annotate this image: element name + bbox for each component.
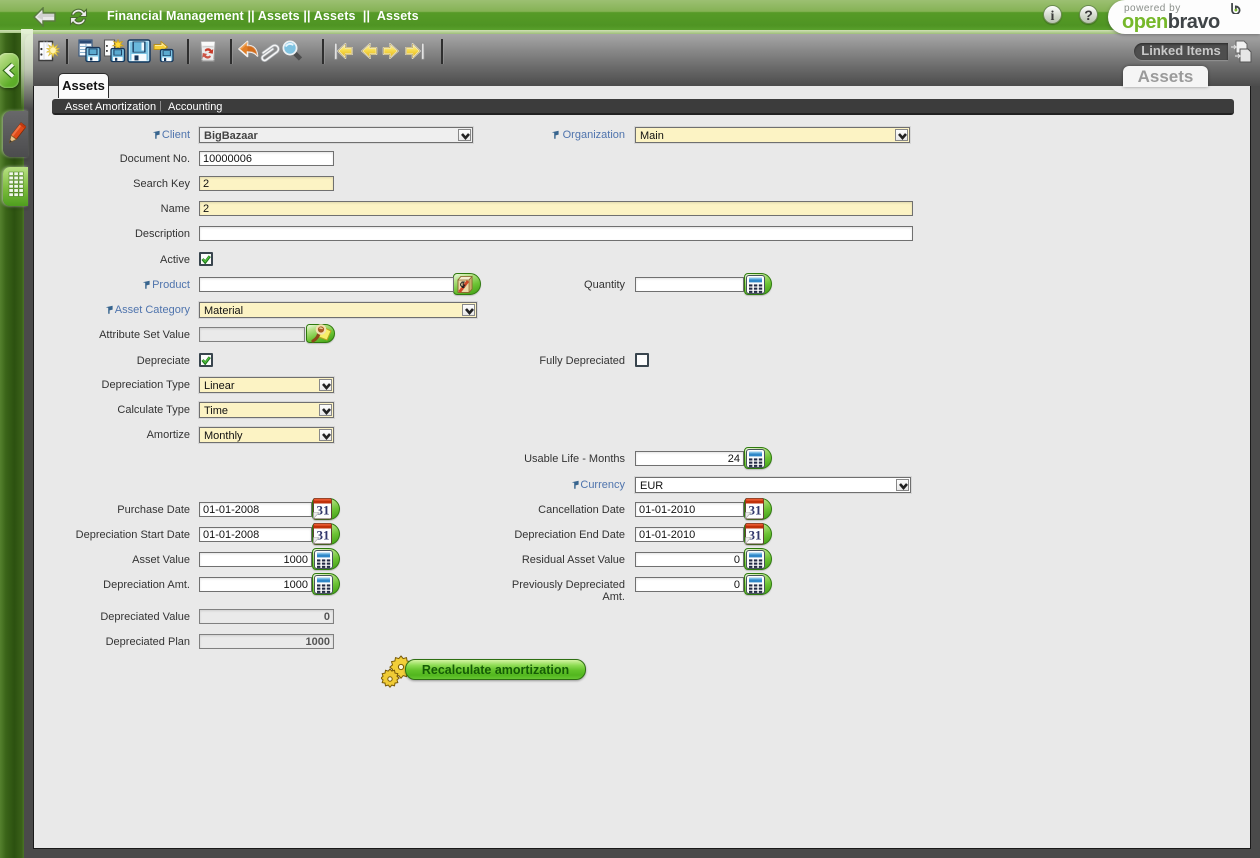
svg-text:31: 31 bbox=[749, 503, 762, 518]
svg-text:31: 31 bbox=[317, 503, 330, 518]
svg-text:31: 31 bbox=[317, 528, 330, 543]
svg-text:31: 31 bbox=[749, 528, 762, 543]
